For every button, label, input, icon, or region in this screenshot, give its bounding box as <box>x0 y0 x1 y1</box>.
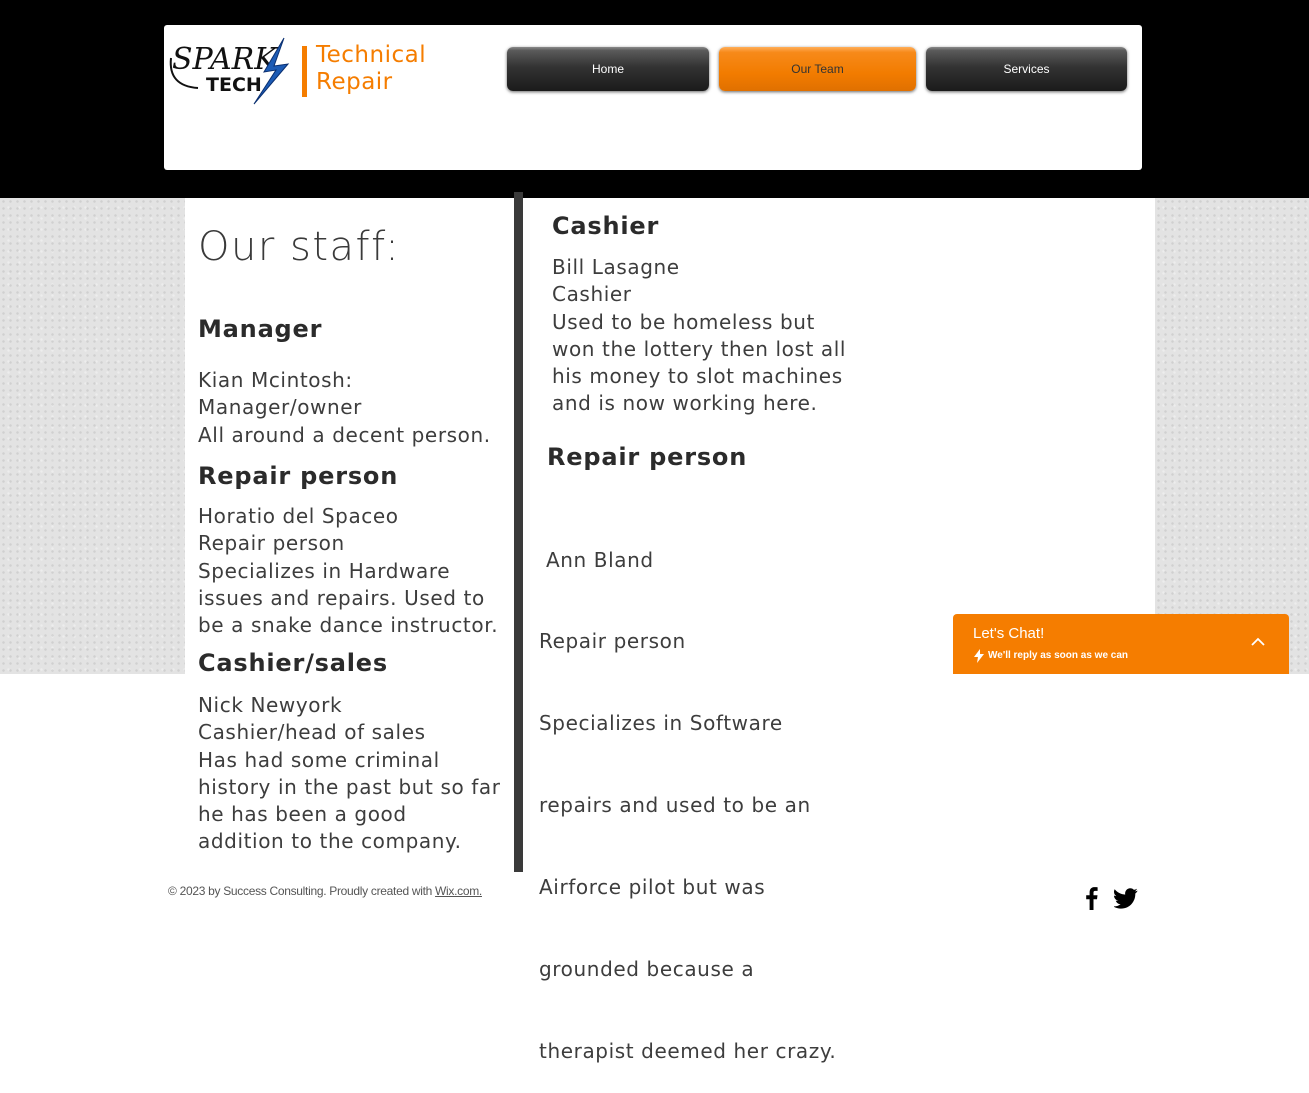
cashier-bio: Bill Lasagne Cashier Used to be homeless… <box>552 254 846 418</box>
svg-text:SPARK: SPARK <box>172 42 278 77</box>
lightning-icon <box>974 649 984 663</box>
bio-line: Specializes in Hardware <box>198 558 451 583</box>
nav-services[interactable]: Services <box>926 47 1127 91</box>
repair-bio-left: Horatio del Spaceo Repair person Special… <box>198 503 498 639</box>
facebook-icon[interactable] <box>1080 886 1104 910</box>
chat-title: Let's Chat! <box>973 625 1045 642</box>
footer-text: © 2023 by Success Consulting. Proudly cr… <box>168 884 436 898</box>
bio-line: Horatio del Spaceo <box>198 504 399 528</box>
bio-line: Nick Newyork <box>198 693 343 717</box>
bio-line: grounded because a <box>539 957 755 982</box>
bio-line: repairs and used to be an <box>539 793 811 818</box>
page-title: Our staff: <box>198 224 401 270</box>
repair-bio-right: Ann Bland Repair person Specializes in S… <box>539 492 836 1093</box>
bio-line: Kian Mcintosh: <box>198 368 353 392</box>
twitter-icon[interactable] <box>1114 886 1138 910</box>
column-divider <box>514 192 523 872</box>
bio-line: therapist deemed her crazy. <box>539 1038 837 1063</box>
site-title-line2: Repair <box>316 69 393 95</box>
wix-link[interactable]: Wix.com. <box>435 884 482 898</box>
bio-line: Cashier/head of sales <box>198 720 426 745</box>
bio-line: All around a decent person. <box>198 422 491 447</box>
site-title-line1: Technical <box>316 42 427 68</box>
bio-line: Specializes in Software <box>539 711 783 736</box>
cashier-heading: Cashier <box>552 212 660 240</box>
footer-copyright: © 2023 by Success Consulting. Proudly cr… <box>168 884 482 898</box>
bio-line: won the lottery then lost all <box>552 336 847 361</box>
bio-line: Used to be homeless but <box>552 309 815 334</box>
svg-text:TECH: TECH <box>206 74 262 96</box>
bio-line: Manager/owner <box>198 395 363 420</box>
bio-line: he has been a good <box>198 802 407 827</box>
bio-line: Repair person <box>539 629 686 654</box>
manager-heading: Manager <box>198 315 323 343</box>
bio-line: his money to slot machines <box>552 364 843 389</box>
bio-line: history in the past but so far <box>198 774 501 799</box>
logo-divider <box>302 46 307 97</box>
repair-heading-right: Repair person <box>547 443 748 471</box>
bio-line: be a snake dance instructor. <box>198 613 499 638</box>
chat-subtitle: We'll reply as soon as we can <box>988 650 1129 661</box>
repair-heading-left: Repair person <box>198 462 399 490</box>
cashier-sales-bio: Nick Newyork Cashier/head of sales Has h… <box>198 692 501 856</box>
nav-our-team[interactable]: Our Team <box>719 47 916 91</box>
bio-line: Has had some criminal <box>198 747 440 772</box>
chat-widget[interactable]: Let's Chat! We'll reply as soon as we ca… <box>953 614 1289 674</box>
chevron-up-icon[interactable] <box>1250 634 1266 650</box>
bio-line: issues and repairs. Used to <box>198 585 485 610</box>
bio-line: Airforce pilot but was <box>539 875 766 900</box>
bio-line: Ann Bland <box>539 547 654 572</box>
nav-home[interactable]: Home <box>507 47 709 91</box>
bio-line: Cashier <box>552 282 632 307</box>
bio-line: and is now working here. <box>552 391 818 416</box>
bio-line: Repair person <box>198 531 345 556</box>
bio-line: addition to the company. <box>198 829 462 854</box>
cashier-sales-heading: Cashier/sales <box>198 649 388 677</box>
manager-bio: Kian Mcintosh: Manager/owner All around … <box>198 367 491 449</box>
bio-line: Bill Lasagne <box>552 255 680 279</box>
site-title[interactable]: Technical Repair <box>316 42 496 96</box>
spark-tech-logo[interactable]: SPARK TECH <box>168 36 296 106</box>
